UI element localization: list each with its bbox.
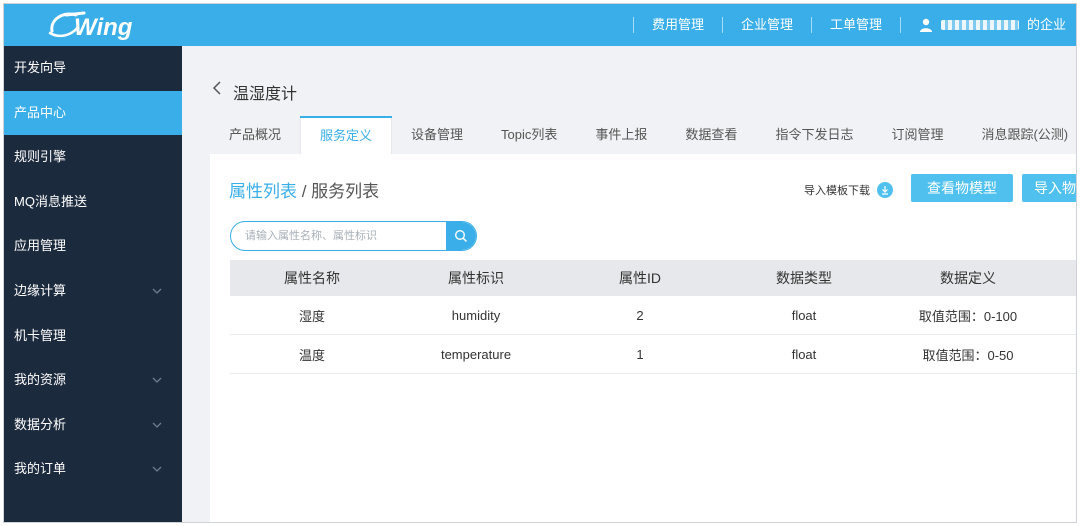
header-id: 属性ID	[619, 270, 661, 286]
page-header: 温湿度计	[182, 46, 1076, 110]
sidebar-item-dev-guide[interactable]: 开发向导	[4, 46, 182, 91]
search-icon	[454, 229, 468, 243]
search-input[interactable]	[231, 222, 451, 250]
header-identifier: 属性标识	[448, 270, 504, 286]
nav-tickets[interactable]: 工单管理	[810, 17, 900, 33]
top-bar: Wing 费用管理 企业管理 工单管理 的企业	[4, 4, 1076, 46]
crumb-service-list[interactable]: 服务列表	[311, 182, 379, 201]
cell-name: 温度	[298, 347, 325, 363]
back-arrow-icon[interactable]	[212, 81, 222, 95]
sidebar: 开发向导 产品中心 规则引擎 MQ消息推送 应用管理 边缘计算 机卡管理 我的资…	[4, 46, 182, 522]
tab-topic-list[interactable]: Topic列表	[482, 116, 576, 154]
sidebar-item-app-management[interactable]: 应用管理	[4, 224, 182, 269]
sidebar-item-my-resources[interactable]: 我的资源	[4, 358, 182, 403]
header-data-type: 数据类型	[776, 270, 832, 286]
crumb-property-list[interactable]: 属性列表	[229, 182, 297, 201]
cell-identifier: humidity	[451, 307, 501, 323]
sidebar-item-label: 应用管理	[14, 238, 67, 254]
cell-name: 湿度	[298, 308, 325, 324]
chevron-down-icon	[152, 466, 162, 473]
tab-product-overview[interactable]: 产品概况	[210, 116, 300, 154]
cell-id: 1	[636, 346, 644, 362]
sidebar-item-my-orders[interactable]: 我的订单	[4, 447, 182, 492]
sidebar-item-edge-computing[interactable]: 边缘计算	[4, 269, 182, 314]
header-name: 属性名称	[284, 270, 340, 286]
cell-extra	[1050, 296, 1076, 334]
tab-command-log[interactable]: 指令下发日志	[756, 116, 872, 154]
sidebar-item-label: 数据分析	[14, 416, 67, 432]
cell-id: 2	[636, 307, 644, 323]
app-window: Wing 费用管理 企业管理 工单管理 的企业 开发向导 产品中心 规则引擎 M…	[3, 3, 1077, 523]
nav-enterprise[interactable]: 企业管理	[721, 17, 811, 33]
sidebar-item-label: 机卡管理	[14, 327, 67, 343]
user-suffix: 的企业	[1026, 17, 1066, 32]
sidebar-item-label: 产品中心	[14, 104, 67, 120]
chevron-down-icon	[152, 377, 162, 384]
tab-bar: 产品概况 服务定义 设备管理 Topic列表 事件上报 数据查看 指令下发日志 …	[210, 116, 1076, 155]
tab-subscription[interactable]: 订阅管理	[872, 116, 962, 154]
sidebar-item-label: 我的订单	[14, 461, 67, 477]
sidebar-item-label: 开发向导	[14, 60, 67, 75]
table-row[interactable]: 温度 temperature 1 float 取值范围：0-50	[230, 335, 1076, 374]
breadcrumb: 属性列表 / 服务列表	[229, 177, 379, 202]
tab-data-view[interactable]: 数据查看	[666, 116, 756, 154]
header-data-definition: 数据定义	[940, 270, 996, 286]
view-model-button[interactable]: 查看物模型	[911, 174, 1013, 202]
sidebar-item-mq-push[interactable]: MQ消息推送	[4, 180, 182, 225]
sidebar-item-card-management[interactable]: 机卡管理	[4, 314, 182, 359]
table-header: 属性名称 属性标识 属性ID 数据类型 数据定义	[230, 260, 1076, 296]
tab-service-definition[interactable]: 服务定义	[300, 116, 393, 155]
search-button[interactable]	[446, 222, 476, 250]
sidebar-item-label: 规则引擎	[14, 149, 67, 165]
chevron-down-icon	[152, 288, 162, 294]
service-definition-panel: 属性列表 / 服务列表 导入模板下载 查看物模型 导入物 请输入属性名称、属性标…	[210, 154, 1076, 522]
download-icon	[877, 182, 893, 198]
cell-data-definition: 取值范围：0-100	[918, 308, 1018, 324]
sidebar-item-label: 边缘计算	[14, 282, 67, 298]
tab-device-management[interactable]: 设备管理	[392, 116, 482, 154]
cell-data-type: float	[791, 346, 817, 362]
nav-billing[interactable]: 费用管理	[632, 17, 722, 33]
main-content: 温湿度计 产品概况 服务定义 设备管理 Topic列表 事件上报 数据查看 指令…	[182, 46, 1076, 522]
tab-message-trace[interactable]: 消息跟踪(公测)	[962, 116, 1076, 154]
import-model-button[interactable]: 导入物	[1022, 174, 1076, 202]
user-icon	[919, 18, 932, 32]
sidebar-item-label: 我的资源	[14, 372, 67, 388]
sidebar-item-label: MQ消息推送	[14, 193, 87, 209]
cell-data-type: float	[791, 307, 817, 323]
header-extra	[1050, 260, 1076, 296]
download-label: 导入模板下载	[804, 185, 870, 197]
tab-event-report[interactable]: 事件上报	[576, 116, 666, 154]
sidebar-item-rule-engine[interactable]: 规则引擎	[4, 135, 182, 180]
sidebar-item-data-analysis[interactable]: 数据分析	[4, 403, 182, 448]
cell-extra	[1050, 335, 1076, 373]
sidebar-item-product-center[interactable]: 产品中心	[4, 90, 182, 136]
top-nav: 费用管理 企业管理 工单管理 的企业	[632, 4, 1076, 46]
crumb-separator: /	[297, 182, 312, 201]
chevron-down-icon	[152, 422, 162, 428]
wing-logo[interactable]: Wing	[44, 6, 144, 44]
page-title: 温湿度计	[233, 86, 298, 103]
logo-text: Wing	[74, 14, 133, 41]
table-row[interactable]: 湿度 humidity 2 float 取值范围：0-100	[230, 296, 1076, 335]
template-download[interactable]: 导入模板下载	[804, 182, 893, 198]
cell-identifier: temperature	[440, 346, 512, 362]
cell-data-definition: 取值范围：0-50	[922, 347, 1014, 363]
property-table: 属性名称 属性标识 属性ID 数据类型 数据定义 湿度 humidity 2 f…	[230, 260, 1076, 374]
user-menu[interactable]: 的企业	[899, 17, 1076, 33]
redacted-username	[940, 20, 1019, 30]
search-box	[230, 221, 477, 251]
